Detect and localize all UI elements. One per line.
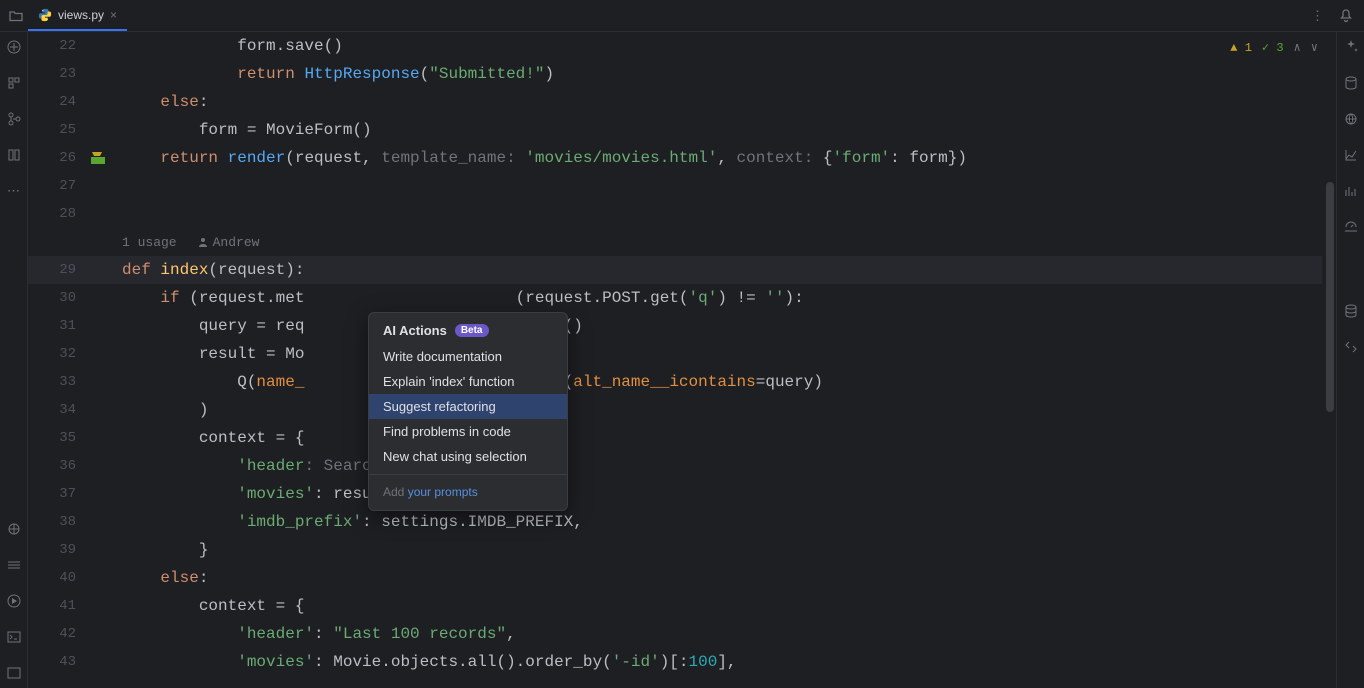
bell-icon[interactable] [1338,8,1354,24]
line-number[interactable]: 28 [28,206,84,222]
profiler-icon[interactable] [1342,218,1360,236]
line-number[interactable]: 38 [28,514,84,530]
tab-title: views.py [58,8,104,22]
ai-action-refactor[interactable]: Suggest refactoring [369,394,567,419]
database-icon[interactable] [1342,74,1360,92]
more-tools-icon[interactable]: ⋯ [5,182,23,200]
line-number[interactable]: 43 [28,654,84,670]
problems-icon[interactable] [5,664,23,682]
run-icon[interactable] [5,592,23,610]
tab-bar: views.py × ⋮ [0,0,1364,32]
right-toolbar [1336,32,1364,688]
project-icon[interactable] [4,8,28,24]
line-number[interactable]: 27 [28,178,84,194]
popup-title: AI Actions Beta [369,319,567,344]
services-icon[interactable] [5,556,23,574]
line-number[interactable]: 39 [28,542,84,558]
python-packages-icon[interactable] [5,520,23,538]
line-number[interactable]: 37 [28,486,84,502]
scrollbar-thumb[interactable] [1326,182,1334,412]
separator [369,474,567,475]
line-number[interactable]: 24 [28,94,84,110]
more-icon[interactable]: ⋮ [1311,8,1324,24]
line-number[interactable]: 23 [28,66,84,82]
ai-action-new-chat[interactable]: New chat using selection [369,444,567,469]
line-number[interactable]: 29 [28,262,84,278]
line-number[interactable]: 33 [28,374,84,390]
beta-badge: Beta [455,324,489,337]
inspection-widget[interactable]: ▲ 1 ✓ 3 ∧ ∨ [1230,40,1318,55]
warning-indicator[interactable]: ▲ 1 [1230,41,1252,55]
line-number[interactable]: 31 [28,318,84,334]
close-icon[interactable]: × [110,8,117,22]
breakpoint-icon[interactable] [90,151,106,165]
coverage-icon[interactable] [1342,182,1360,200]
ok-indicator[interactable]: ✓ 3 [1262,40,1284,55]
ai-assistant-icon[interactable] [1342,38,1360,56]
line-number[interactable]: 30 [28,290,84,306]
terminal-icon[interactable] [5,628,23,646]
python-icon [38,8,52,22]
endpoints-icon[interactable] [1342,110,1360,128]
tab-views-py[interactable]: views.py × [28,0,127,31]
git-icon[interactable] [1342,302,1360,320]
line-number[interactable]: 41 [28,598,84,614]
pull-requests-icon[interactable] [1342,338,1360,356]
structure-icon[interactable] [5,74,23,92]
next-highlight-icon[interactable]: ∨ [1311,40,1318,55]
ai-action-explain[interactable]: Explain 'index' function [369,369,567,394]
code-lens[interactable]: 1 usageAndrew [112,235,259,250]
code-editor[interactable]: ▲ 1 ✓ 3 ∧ ∨ 22 form.save() 23 return Htt… [28,32,1336,688]
line-number[interactable]: 36 [28,458,84,474]
collapse-icon[interactable] [5,38,23,56]
ai-action-find-problems[interactable]: Find problems in code [369,419,567,444]
line-number[interactable]: 34 [28,402,84,418]
ai-action-write-docs[interactable]: Write documentation [369,344,567,369]
line-number[interactable]: 25 [28,122,84,138]
sciview-icon[interactable] [1342,146,1360,164]
vcs-icon[interactable] [5,110,23,128]
ai-actions-popup: AI Actions Beta Write documentation Expl… [368,312,568,511]
bookmarks-icon[interactable] [5,146,23,164]
author-icon [197,236,209,248]
line-number[interactable]: 35 [28,430,84,446]
line-number[interactable]: 40 [28,570,84,586]
popup-footer[interactable]: Add your prompts [369,480,567,504]
prev-highlight-icon[interactable]: ∧ [1294,40,1301,55]
line-number[interactable]: 26 [28,150,84,166]
left-toolbar: ⋯ [0,32,28,688]
line-number[interactable]: 32 [28,346,84,362]
line-number[interactable]: 22 [28,38,84,54]
line-number[interactable]: 42 [28,626,84,642]
